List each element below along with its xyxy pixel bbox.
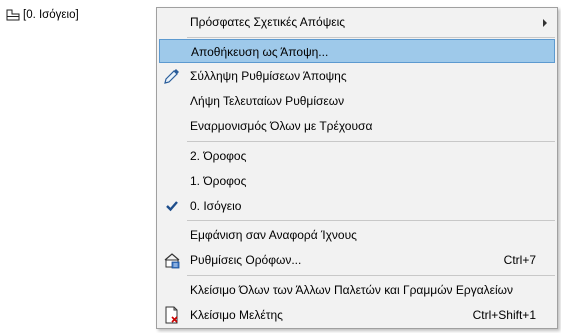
- submenu-arrow-icon: [543, 19, 547, 27]
- eyedropper-icon: [162, 66, 182, 86]
- menu-item-story-settings[interactable]: Ρυθμίσεις Ορόφων... Ctrl+7: [159, 248, 555, 272]
- menu-item-capture-view-settings[interactable]: Σύλληψη Ρυθμίσεων Άποψης: [159, 64, 555, 88]
- story-label: [0. Ισόγειο]: [23, 9, 79, 21]
- menu-item-save-as-view[interactable]: Αποθήκευση ως Άποψη...: [159, 39, 555, 63]
- separator: [187, 220, 555, 221]
- close-project-icon: [162, 305, 182, 325]
- menu-item-story-1[interactable]: 1. Όροφος: [159, 169, 555, 193]
- menu-item-sync-all-current[interactable]: Εναρμονισμός Όλων με Τρέχουσα: [159, 114, 555, 138]
- menu-item-story-0[interactable]: 0. Ισόγειο: [159, 194, 555, 218]
- menu-item-story-2[interactable]: 2. Όροφος: [159, 144, 555, 168]
- separator: [187, 37, 555, 38]
- menu-item-close-project[interactable]: Κλείσιμο Μελέτης Ctrl+Shift+1: [159, 303, 555, 327]
- separator: [187, 141, 555, 142]
- story-icon: [6, 8, 20, 22]
- story-item[interactable]: [0. Ισόγειο]: [6, 6, 79, 24]
- story-settings-icon: [162, 250, 182, 270]
- menu-item-close-palettes[interactable]: Κλείσιμο Όλων των Άλλων Παλετών και Γραμ…: [159, 278, 555, 302]
- context-menu: Πρόσφατες Σχετικές Απόψεις Αποθήκευση ως…: [156, 7, 558, 329]
- checkmark-icon: [162, 196, 182, 216]
- separator: [187, 275, 555, 276]
- menu-item-show-as-trace[interactable]: Εμφάνιση σαν Αναφορά Ίχνους: [159, 223, 555, 247]
- menu-item-get-last-settings[interactable]: Λήψη Τελευταίων Ρυθμίσεων: [159, 89, 555, 113]
- menu-item-recent-views[interactable]: Πρόσφατες Σχετικές Απόψεις: [159, 10, 555, 34]
